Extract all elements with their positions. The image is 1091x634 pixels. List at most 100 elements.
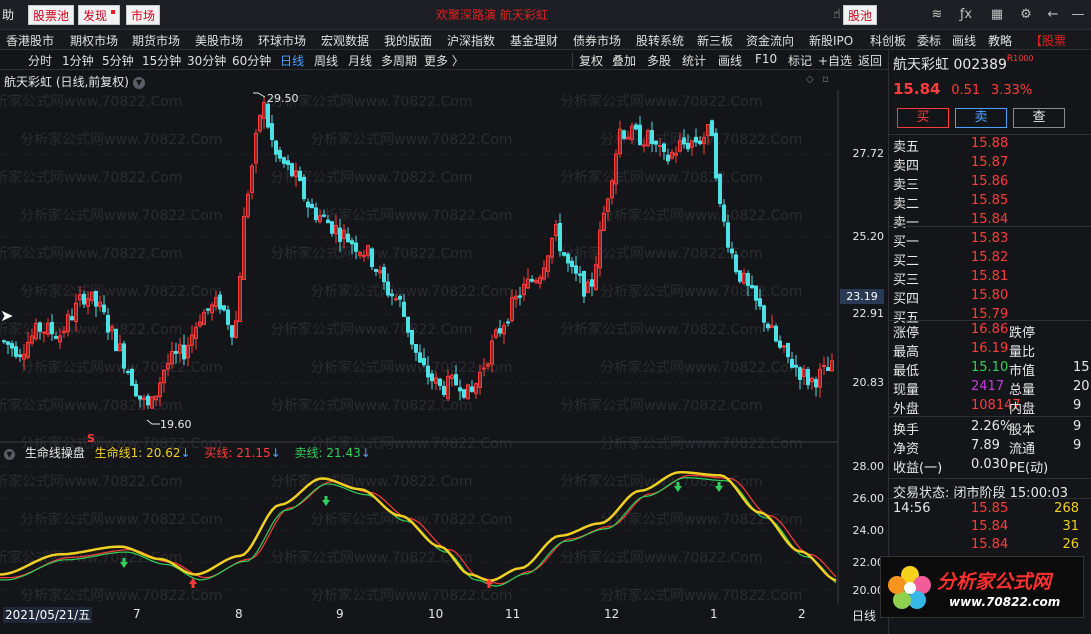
layers-icon[interactable]: ≋ bbox=[928, 6, 946, 24]
candle-body bbox=[774, 325, 778, 342]
candle-body bbox=[826, 367, 830, 372]
buy-button[interactable]: 买 bbox=[897, 108, 949, 128]
nav-index[interactable]: 沪深指数 bbox=[447, 32, 495, 49]
stat-value-2: 20 bbox=[1073, 379, 1090, 394]
nav-futures[interactable]: 期货市场 bbox=[132, 32, 180, 49]
gear-icon[interactable]: ⚙ bbox=[1017, 6, 1035, 24]
candle-body bbox=[18, 354, 22, 358]
period-daily[interactable]: 日线 bbox=[280, 52, 304, 69]
watermark-text: 分析家公式网www.70822.Com bbox=[310, 283, 512, 300]
period-weekly[interactable]: 周线 bbox=[314, 52, 338, 69]
help-menu[interactable]: 助 bbox=[2, 5, 14, 25]
nav-transfer[interactable]: 股转系统 bbox=[636, 32, 684, 49]
nav-options[interactable]: 期权市场 bbox=[70, 32, 118, 49]
diamond-icon[interactable]: ◇ bbox=[806, 74, 814, 85]
sell-button[interactable]: 卖 bbox=[955, 108, 1007, 128]
period-1min[interactable]: 1分钟 bbox=[62, 52, 94, 69]
nav-capital-flow[interactable]: 资金流向 bbox=[746, 32, 794, 49]
watermark-logo: 分析家公式网 www.70822.com bbox=[880, 556, 1084, 618]
period-tick[interactable]: 分时 bbox=[28, 52, 52, 69]
nav-stocks[interactable]: 【股票 bbox=[1030, 32, 1066, 49]
nav-global[interactable]: 环球市场 bbox=[258, 32, 306, 49]
period-monthly[interactable]: 月线 bbox=[348, 52, 372, 69]
watermark-text: 分析家公式网www.70822.Com bbox=[0, 245, 182, 262]
tick-volume: 268 bbox=[1054, 501, 1079, 516]
stat-row: 换手 2.26% 股本 9 bbox=[893, 419, 1088, 438]
watermark-text: 分析家公式网www.70822.Com bbox=[20, 207, 222, 224]
candle-body bbox=[94, 290, 98, 307]
discover-button[interactable]: 发现 bbox=[78, 5, 121, 25]
tool-stats[interactable]: 统计 bbox=[682, 52, 706, 69]
stat-row: 最高 16.19 量比 bbox=[893, 341, 1088, 360]
nav-star[interactable]: 科创板 bbox=[870, 32, 906, 49]
nav-ipo[interactable]: 新股IPO bbox=[809, 32, 853, 49]
price-chart-svg: 分析家公式网www.70822.Com 分析家公式网www.70822.Com 分析… bbox=[0, 90, 839, 605]
nav-macro[interactable]: 宏观数据 bbox=[321, 32, 369, 49]
period-30min[interactable]: 30分钟 bbox=[187, 52, 226, 69]
candle-body bbox=[570, 260, 574, 268]
candle-body bbox=[806, 369, 810, 386]
formula-icon[interactable]: ƒx bbox=[957, 6, 975, 24]
candle-body bbox=[566, 253, 570, 264]
stock-pool-right-button[interactable]: 股池 bbox=[843, 5, 878, 25]
back-arrow-icon[interactable]: ← bbox=[1044, 6, 1062, 24]
order-book-row: 卖四 15.87 bbox=[893, 155, 1088, 174]
expand-icon[interactable]: ▫ bbox=[822, 74, 829, 85]
market-button[interactable]: 市场 bbox=[126, 5, 161, 25]
stat-row: 最低 15.10 市值 15 bbox=[893, 360, 1090, 379]
arrow-down-icon: ↓ bbox=[180, 446, 191, 460]
minimize-icon[interactable]: — bbox=[1069, 6, 1087, 24]
chart-area[interactable]: 分析家公式网www.70822.Com 分析家公式网www.70822.Com 分析… bbox=[0, 70, 888, 632]
tool-mark[interactable]: 标记 bbox=[788, 52, 812, 69]
tool-adjust[interactable]: 复权 bbox=[579, 52, 603, 69]
tool-multi-stock[interactable]: 多股 bbox=[647, 52, 671, 69]
watermark-text: 分析家公式网www.70822.Com bbox=[560, 321, 762, 338]
ad-url-text: www.70822.com bbox=[949, 595, 1061, 609]
nav-neeq[interactable]: 新三板 bbox=[697, 32, 733, 49]
chevron-down-icon[interactable]: ▼ bbox=[133, 76, 145, 89]
tool-add-watch[interactable]: +自选 bbox=[818, 52, 852, 69]
stock-code: 002389 bbox=[953, 57, 1007, 73]
x-label: 9 bbox=[336, 607, 344, 621]
tool-draw[interactable]: 画线 bbox=[718, 52, 742, 69]
stock-pool-button[interactable]: 股票池 bbox=[28, 5, 75, 25]
nav-my-layout[interactable]: 我的版面 bbox=[384, 32, 432, 49]
candle-body bbox=[122, 343, 126, 369]
candle-body bbox=[462, 389, 466, 398]
divider bbox=[889, 478, 1091, 479]
stat-value-2: 15 bbox=[1073, 360, 1090, 375]
tool-back[interactable]: 返回 bbox=[858, 52, 882, 69]
nav-hk[interactable]: 香港股市 bbox=[6, 32, 54, 49]
tick-volume: 26 bbox=[1062, 537, 1079, 552]
candle-body bbox=[290, 163, 294, 177]
high-mark-label: 29.50 bbox=[267, 92, 299, 105]
order-book-row: 买二 15.82 bbox=[893, 250, 1088, 269]
nav-teach[interactable]: 教略 bbox=[988, 32, 1012, 49]
candle-body bbox=[458, 387, 462, 392]
period-more[interactable]: 更多 〉 bbox=[424, 52, 464, 69]
stat-key-2: 内盘 bbox=[1009, 402, 1036, 417]
chevron-down-icon[interactable]: ▼ bbox=[4, 449, 15, 460]
candle-body bbox=[426, 365, 430, 378]
tick-row: 15.84 26 bbox=[893, 537, 1088, 555]
candle-body bbox=[330, 221, 334, 234]
candle-body bbox=[406, 316, 410, 333]
tool-f10[interactable]: F10 bbox=[755, 52, 777, 66]
watermark-text: 分析家公式网www.70822.Com bbox=[20, 131, 222, 148]
nav-funds[interactable]: 基金理财 bbox=[510, 32, 558, 49]
nav-draw[interactable]: 画线 bbox=[952, 32, 976, 49]
divider bbox=[889, 416, 1091, 417]
period-15min[interactable]: 15分钟 bbox=[142, 52, 181, 69]
period-60min[interactable]: 60分钟 bbox=[232, 52, 271, 69]
tool-overlay[interactable]: 叠加 bbox=[612, 52, 636, 69]
query-button[interactable]: 查 bbox=[1013, 108, 1065, 128]
nav-orders[interactable]: 委标 bbox=[917, 32, 941, 49]
candle-body bbox=[370, 248, 374, 268]
nav-bonds[interactable]: 债券市场 bbox=[573, 32, 621, 49]
period-5min[interactable]: 5分钟 bbox=[102, 52, 134, 69]
period-multi[interactable]: 多周期 bbox=[381, 52, 417, 69]
grid-icon[interactable]: ▦ bbox=[988, 6, 1006, 24]
candle-body bbox=[666, 154, 670, 162]
stat-key: 换手 bbox=[893, 423, 920, 438]
nav-us[interactable]: 美股市场 bbox=[195, 32, 243, 49]
